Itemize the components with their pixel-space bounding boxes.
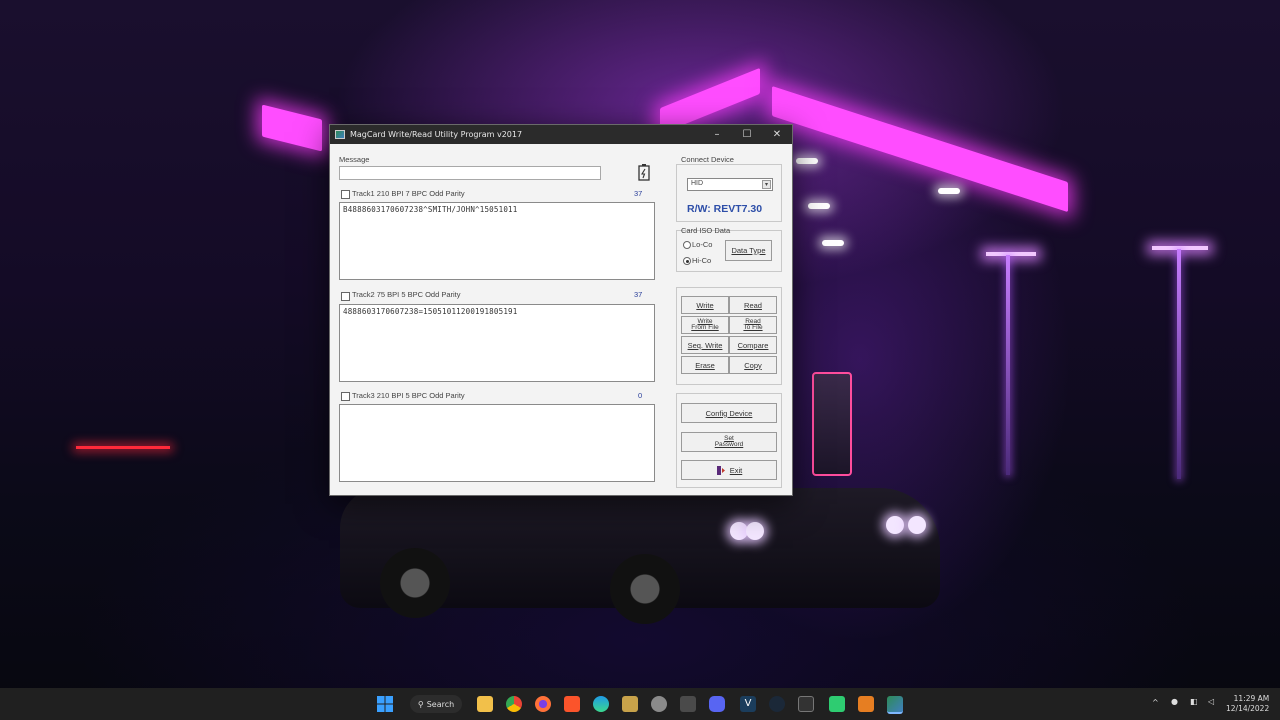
track1-textarea[interactable]: B4888603170607238^SMITH/JOHN^15051011 <box>339 202 655 280</box>
card-iso-label: Card ISO Data <box>681 226 731 235</box>
track3-textarea[interactable] <box>339 404 655 482</box>
magcard-window: MagCard Write/Read Utility Program v2017… <box>329 124 793 496</box>
track2-textarea[interactable]: 4888603170607238=15051011200191805191 <box>339 304 655 382</box>
track3-checkbox[interactable] <box>341 392 350 401</box>
chrome-icon[interactable] <box>506 696 522 712</box>
wallpaper-car-headlight <box>886 516 904 534</box>
wallpaper-spotlight <box>822 240 844 246</box>
wallpaper-car-wheel <box>610 554 680 624</box>
track3-count: 0 <box>638 391 643 400</box>
app-pin-icon[interactable] <box>622 696 638 712</box>
wallpaper-spotlight <box>808 203 830 209</box>
loco-radio[interactable] <box>683 241 691 249</box>
wallpaper-neon-roof <box>262 104 322 152</box>
app-green-icon[interactable] <box>829 696 845 712</box>
chevron-down-icon[interactable]: ▾ <box>762 180 771 189</box>
wallpaper-lamp-pole <box>1177 249 1181 479</box>
window-title: MagCard Write/Read Utility Program v2017 <box>350 130 523 139</box>
app-globe-icon[interactable] <box>651 696 667 712</box>
track2-checkbox[interactable] <box>341 292 350 301</box>
compare-button[interactable]: Compare <box>729 336 777 354</box>
message-label: Message <box>339 155 370 164</box>
data-type-button[interactable]: Data Type <box>725 240 772 261</box>
write-from-file-button[interactable]: Write From File <box>681 316 729 334</box>
microphone-icon[interactable]: ● <box>1171 697 1178 706</box>
track3-label: Track3 210 BPI 5 BPC Odd Parity <box>352 391 465 400</box>
taskbar-clock[interactable]: 11:29 AM 12/14/2022 <box>1226 694 1269 714</box>
brave-icon[interactable] <box>564 696 580 712</box>
reader-status: R/W: REVT7.30 <box>687 203 763 215</box>
config-device-button[interactable]: Config Device <box>681 403 777 423</box>
wallpaper-lamp-pole <box>1006 255 1010 475</box>
connect-device-label: Connect Device <box>681 155 734 164</box>
firefox-icon[interactable] <box>535 696 551 712</box>
steam-icon[interactable] <box>769 696 785 712</box>
magcard-taskbar-icon[interactable] <box>887 696 903 714</box>
wallpaper-lamp <box>986 252 1036 256</box>
taskbar-date: 12/14/2022 <box>1226 704 1270 713</box>
search-icon: ⚲ <box>417 699 424 709</box>
terminal-icon[interactable] <box>798 696 814 712</box>
set-password-label-2: Password <box>714 441 744 448</box>
read-to-file-button[interactable]: Read To File <box>729 316 777 334</box>
wallpaper-car-wheel <box>380 548 450 618</box>
edge-icon[interactable] <box>593 696 609 712</box>
speaker-icon[interactable]: ◧ <box>1190 697 1198 706</box>
wallpaper-spotlight <box>938 188 960 194</box>
copy-button[interactable]: Copy <box>729 356 777 374</box>
app-orange-icon[interactable] <box>858 696 874 712</box>
taskbar-search-label: Search <box>426 699 455 709</box>
hico-label: Hi-Co <box>692 256 712 265</box>
wallpaper-red-light <box>76 446 170 449</box>
read-button[interactable]: Read <box>729 296 777 314</box>
start-windows-icon[interactable] <box>377 696 393 712</box>
battery-icon[interactable] <box>633 163 655 181</box>
erase-button[interactable]: Erase <box>681 356 729 374</box>
wallpaper-car-headlight <box>746 522 764 540</box>
wallpaper-gas-pump <box>812 372 852 476</box>
discord-icon[interactable] <box>709 696 725 712</box>
device-select[interactable]: HID ▾ <box>687 178 773 191</box>
close-button[interactable]: ✕ <box>762 125 792 144</box>
hico-radio[interactable] <box>683 257 691 265</box>
device-select-value: HID <box>691 180 704 187</box>
track1-checkbox[interactable] <box>341 190 350 199</box>
track1-label: Track1 210 BPI 7 BPC Odd Parity <box>352 189 465 198</box>
taskbar-search[interactable]: ⚲ Search <box>410 695 462 713</box>
app-icon <box>335 130 345 139</box>
track2-count: 37 <box>634 290 643 299</box>
loco-label: Lo-Co <box>692 240 713 249</box>
wallpaper-car <box>340 488 940 624</box>
chevron-up-icon[interactable]: ^ <box>1152 698 1159 707</box>
window-titlebar[interactable]: MagCard Write/Read Utility Program v2017… <box>330 125 792 144</box>
file-explorer-icon[interactable] <box>477 696 493 712</box>
volume-icon[interactable]: ◁ <box>1208 697 1214 706</box>
read-to-file-label-2: To File <box>743 324 763 331</box>
taskbar-time: 11:29 AM <box>1233 694 1270 703</box>
message-field <box>339 166 601 180</box>
exit-label: Exit <box>729 465 743 475</box>
maximize-button[interactable]: ☐ <box>732 125 762 144</box>
write-from-file-label-2: From File <box>691 324 719 331</box>
seq-write-button[interactable]: Seq. Write <box>681 336 729 354</box>
wallpaper-neon-roof <box>772 86 1068 213</box>
exit-button[interactable]: Exit <box>681 460 777 480</box>
track1-data: B4888603170607238^SMITH/JOHN^15051011 <box>343 205 518 214</box>
track1-count: 37 <box>634 189 643 198</box>
set-password-button[interactable]: Set Password <box>681 432 777 452</box>
exit-icon <box>716 465 725 475</box>
app-tools-icon[interactable] <box>680 696 696 712</box>
write-button[interactable]: Write <box>681 296 729 314</box>
wallpaper-spotlight <box>796 158 818 164</box>
minimize-button[interactable]: – <box>702 125 732 144</box>
window-content: Message Track1 210 BPI 7 BPC Odd Parity … <box>330 144 792 495</box>
track2-data: 4888603170607238=15051011200191805191 <box>343 307 518 316</box>
taskbar: ⚲ Search V ^ ● ◧ ◁ 11:29 AM 12/14/2022 <box>0 688 1280 720</box>
track2-label: Track2 75 BPI 5 BPC Odd Parity <box>352 290 461 299</box>
vegas-icon[interactable]: V <box>740 696 756 712</box>
wallpaper-car-headlight <box>908 516 926 534</box>
